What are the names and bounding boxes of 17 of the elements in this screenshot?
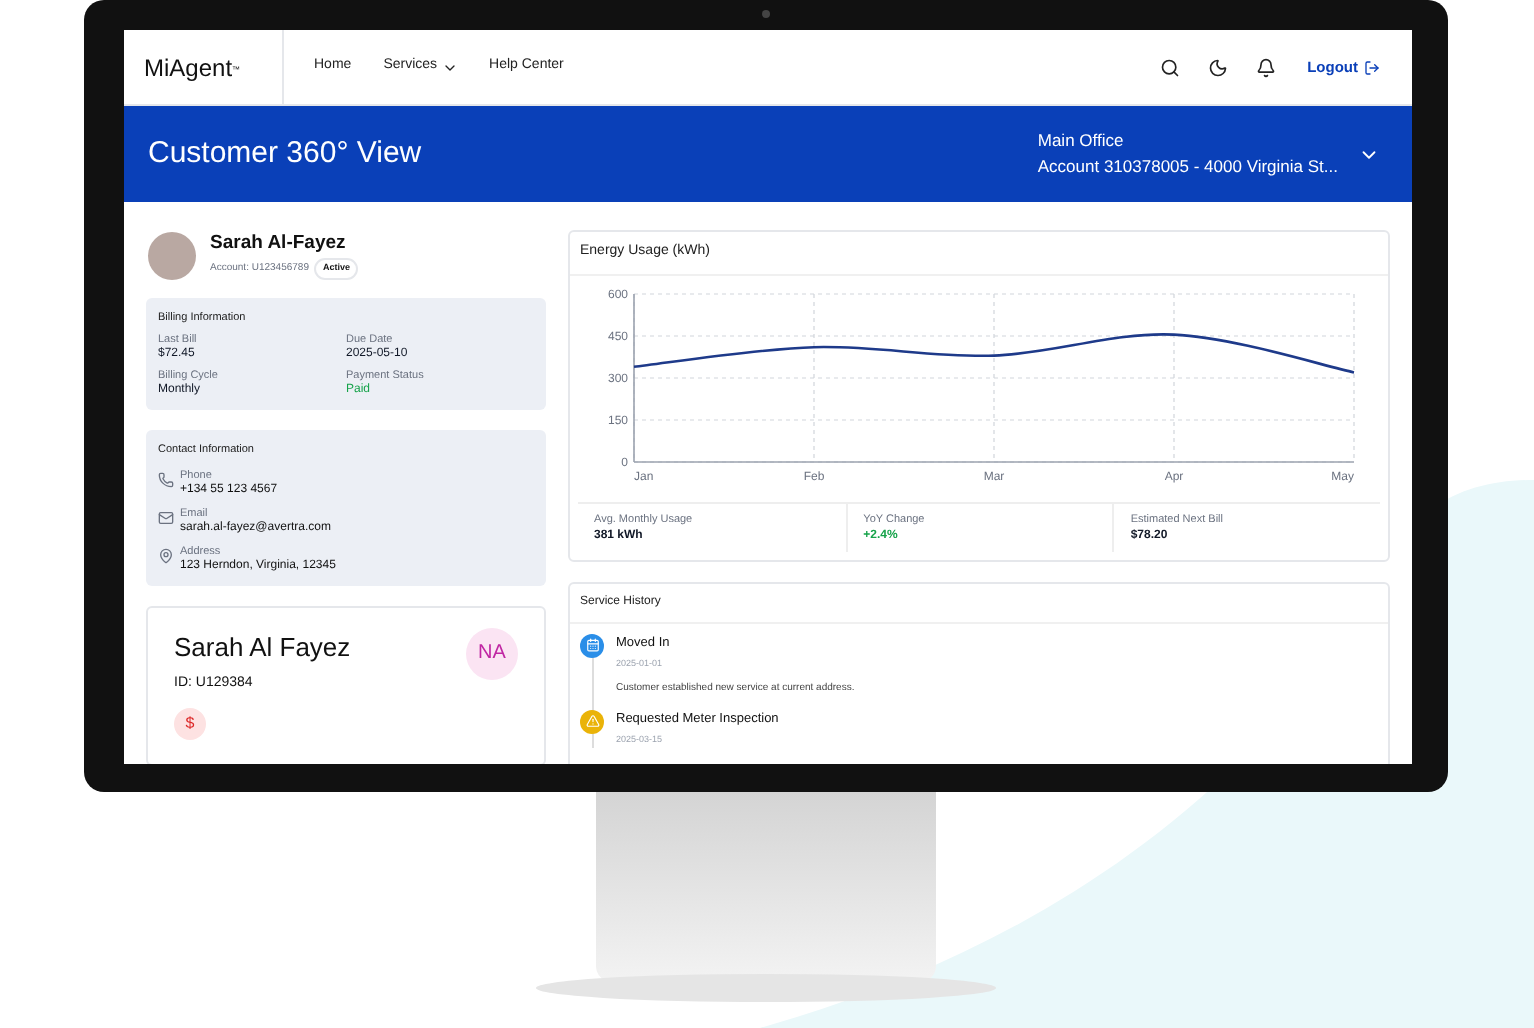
customer-name: Sarah Al-Fayez bbox=[210, 230, 348, 258]
initials-avatar: NA bbox=[466, 627, 518, 679]
notification-icon[interactable] bbox=[1255, 57, 1276, 77]
phone-icon bbox=[158, 471, 174, 487]
avatar-photo-placeholder bbox=[148, 231, 196, 279]
office-name: Main Office bbox=[1037, 128, 1126, 154]
search-icon[interactable] bbox=[1159, 57, 1180, 77]
account-selector-text[interactable]: Account 310378005 - 4000 Virginia St... bbox=[1037, 154, 1338, 180]
calendar-icon bbox=[580, 633, 604, 657]
dollar-badge: $ bbox=[174, 707, 206, 739]
page-title: Customer 360° View bbox=[148, 133, 422, 174]
warning-icon bbox=[580, 709, 604, 733]
moon-icon[interactable] bbox=[1207, 57, 1228, 77]
map-pin-icon bbox=[158, 547, 174, 563]
customer-card-name: Sarah Al Fayez bbox=[174, 629, 351, 666]
logout-icon bbox=[1364, 59, 1380, 75]
mail-icon bbox=[158, 509, 174, 525]
